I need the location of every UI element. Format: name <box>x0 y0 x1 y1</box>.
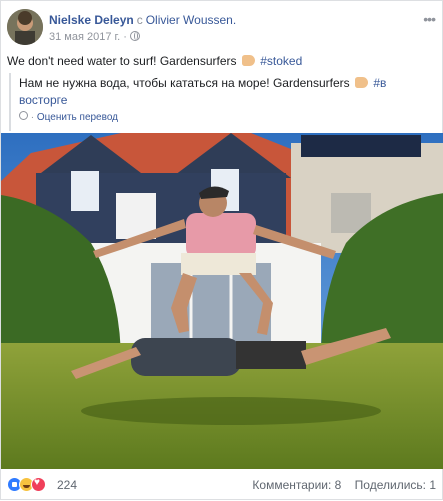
ellipsis-icon[interactable]: ••• <box>423 11 436 27</box>
translation-meta: · Оценить перевод <box>19 111 118 123</box>
post-text-main: We don't need water to surf! Gardensurfe… <box>7 54 237 68</box>
translated-text: Нам не нужна вода, чтобы кататься на мор… <box>19 75 429 109</box>
facebook-post: Nielske Deleyn с Olivier Woussen. 31 мая 2… <box>0 0 443 500</box>
author-avatar[interactable] <box>7 9 43 45</box>
flexed-biceps-emoji-icon <box>241 55 255 66</box>
post-meta: 31 мая 2017 г. · <box>49 30 140 44</box>
translation-block: Нам не нужна вода, чтобы кататься на мор… <box>9 73 439 131</box>
flexed-biceps-emoji-icon <box>355 77 368 88</box>
photo-illustration <box>1 133 443 469</box>
post-author-line: Nielske Deleyn с Olivier Woussen. <box>49 12 236 28</box>
post-text: We don't need water to surf! Gardensurfe… <box>7 53 302 69</box>
post-footer: 224 Комментарии: 8 Поделились: 1 <box>1 469 443 501</box>
tagged-friend-link[interactable]: Olivier Woussen. <box>146 13 236 27</box>
reaction-count[interactable]: 224 <box>57 478 77 492</box>
comments-count-link[interactable]: Комментарии: 8 <box>252 478 341 492</box>
post-header: Nielske Deleyn с Olivier Woussen. 31 мая 2… <box>7 9 437 47</box>
love-reaction-icon <box>31 477 46 492</box>
post-photo[interactable] <box>1 133 443 469</box>
hashtag-stoked-link[interactable]: #stoked <box>260 54 302 68</box>
author-name-link[interactable]: Nielske Deleyn <box>49 13 134 27</box>
with-prefix: с <box>136 13 143 27</box>
shares-count-link[interactable]: Поделились: 1 <box>355 478 436 492</box>
post-date-link[interactable]: 31 мая 2017 г. <box>49 31 120 43</box>
post-stats: Комментарии: 8 Поделились: 1 <box>242 478 436 492</box>
settings-gear-icon[interactable] <box>19 111 28 120</box>
translated-text-main: Нам не нужна вода, чтобы кататься на мор… <box>19 76 350 90</box>
meta-separator: · <box>123 31 127 43</box>
globe-icon[interactable] <box>129 31 140 41</box>
rate-translation-link[interactable]: Оценить перевод <box>37 112 118 123</box>
